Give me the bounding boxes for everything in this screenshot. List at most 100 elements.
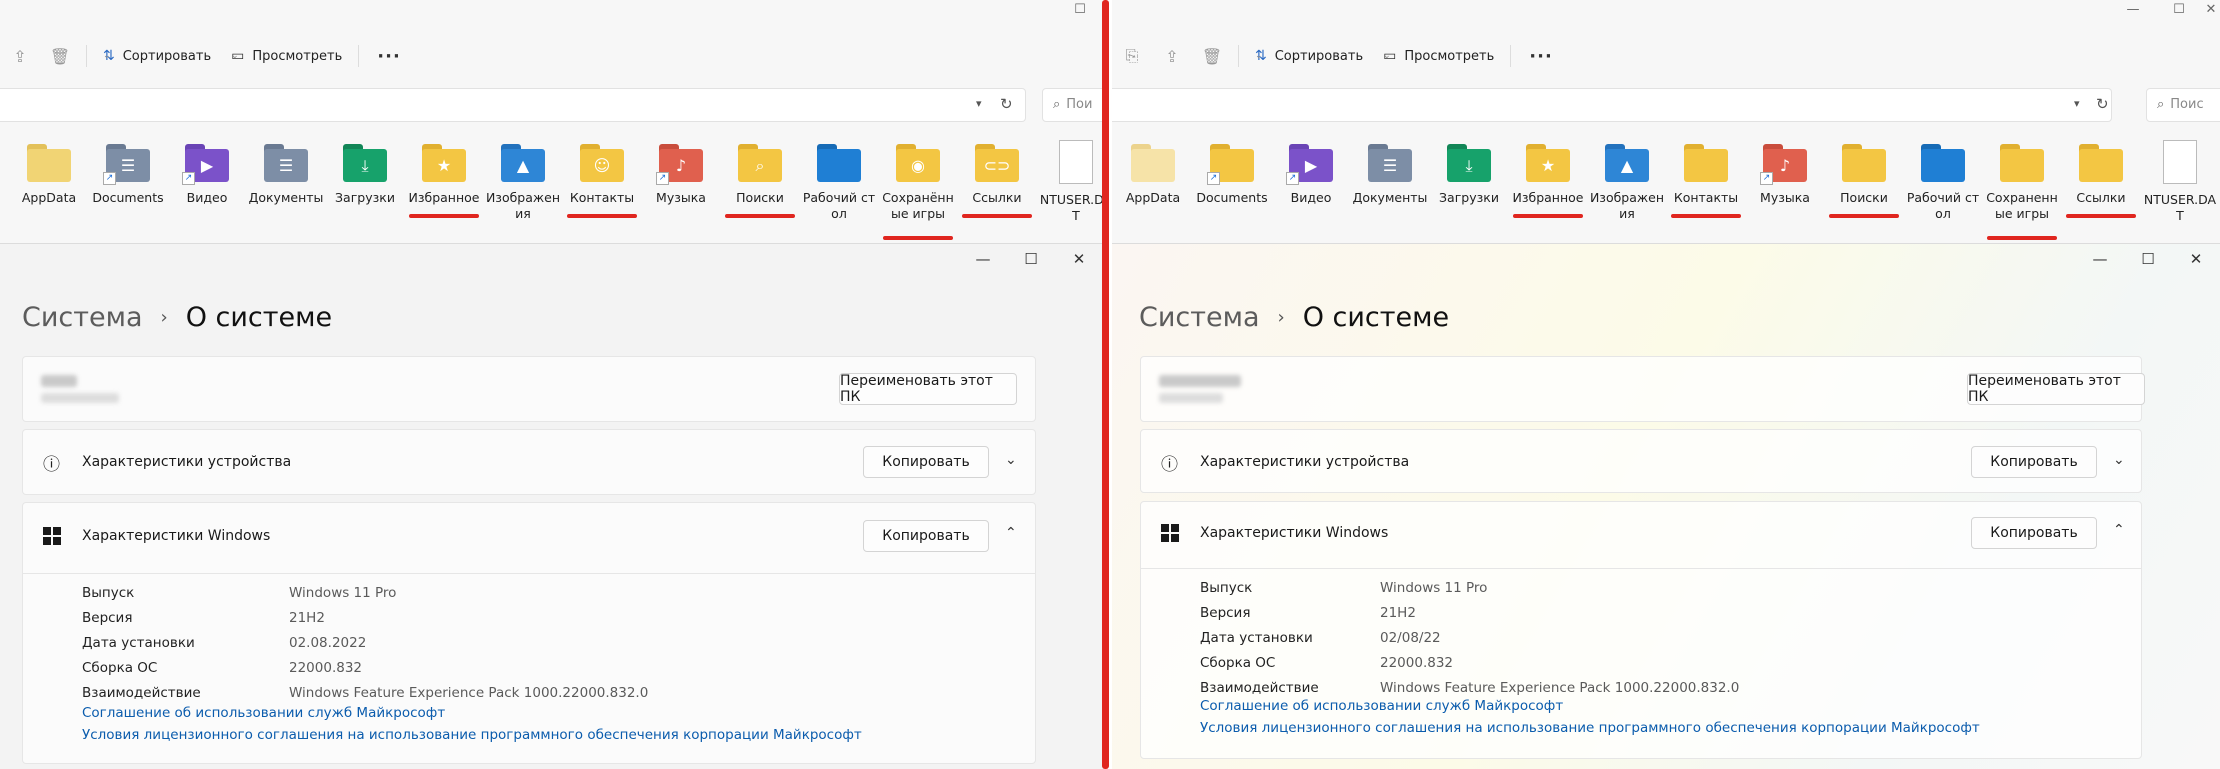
close-icon[interactable]: ✕ — [1055, 248, 1103, 268]
folder-item[interactable]: ♪ ↗ Музыка — [1746, 140, 1824, 206]
license-terms-link[interactable]: Условия лицензионного соглашения на испо… — [82, 727, 862, 743]
close-icon[interactable]: ✕ — [2172, 248, 2220, 268]
chevron-down-icon: ⌄ — [231, 51, 239, 61]
folder-item[interactable]: ☰ ↗ Documents — [89, 140, 167, 206]
pc-model-blurred — [41, 393, 119, 403]
delete-icon[interactable]: 🗑 — [1192, 41, 1232, 71]
red-annotation-underline — [1671, 214, 1741, 218]
folder-item[interactable]: AppData — [1114, 140, 1192, 206]
view-button[interactable]: ▭ Просмотреть ⌄ — [221, 41, 352, 71]
rename-pc-button[interactable]: Переименовать этот ПК — [839, 373, 1017, 405]
folder-label: Изображения — [1589, 190, 1665, 221]
breadcrumb-parent[interactable]: Система — [1139, 302, 1260, 333]
license-terms-link[interactable]: Условия лицензионного соглашения на испо… — [1200, 720, 1980, 736]
folder-item[interactable]: ☰ Документы — [1351, 140, 1429, 206]
page-title: О системе — [1302, 302, 1450, 333]
folder-item[interactable]: ↗ Documents — [1193, 140, 1271, 206]
services-agreement-link[interactable]: Соглашение об использовании служб Майкро… — [1200, 698, 1563, 714]
folder-item[interactable]: NTUSER.DAT — [1037, 140, 1103, 224]
music-folder-icon: ♪ ↗ — [656, 144, 703, 185]
copy-windows-specs-button[interactable]: Копировать — [863, 520, 989, 552]
folder-item[interactable]: ▶ ↗ Видео — [1272, 140, 1350, 206]
folder-item[interactable]: ⤓ Загрузки — [326, 140, 404, 206]
search-input[interactable]: ⌕ Поис — [2146, 88, 2220, 122]
maximize-icon[interactable]: ☐ — [2156, 2, 2202, 22]
folder-item[interactable]: Сохраненные игры — [1983, 140, 2061, 222]
sort-label: Сортировать — [1274, 48, 1364, 64]
chevron-up-icon[interactable]: ⌃ — [2113, 522, 2125, 538]
explorer-window-controls: — ☐ ✕ — [2110, 2, 2220, 22]
chevron-down-icon[interactable]: ▾ — [2074, 97, 2080, 110]
chevron-down-icon[interactable]: ▾ — [976, 97, 982, 110]
pc-name-card: Переименовать этот ПК — [1140, 356, 2145, 422]
copy-windows-specs-button[interactable]: Копировать — [1971, 517, 2097, 549]
folder-item[interactable]: ☰ Документы — [247, 140, 325, 206]
folder-item[interactable]: ⤓ Загрузки — [1430, 140, 1508, 206]
folder-item[interactable]: ♪ ↗ Музыка — [642, 140, 720, 206]
red-divider-line — [1102, 0, 1109, 769]
pc-name-blurred — [1159, 375, 1241, 387]
folder-item[interactable]: Рабочий стол — [1904, 140, 1982, 222]
folder-item[interactable]: ◉ Сохранённые игры — [879, 140, 957, 222]
maximize-icon[interactable]: ☐ — [1057, 2, 1103, 22]
folder-item[interactable]: AppData — [10, 140, 88, 206]
file-explorer-window: ☐ ⇪ 🗑 ⇅ Сортировать ⌄ ▭ Просмотреть ⌄ ··… — [0, 0, 1103, 243]
refresh-icon[interactable]: ↻ — [2096, 95, 2109, 113]
folder-item[interactable]: Поиски — [1825, 140, 1903, 206]
search-input[interactable]: ⌕ Пои — [1042, 88, 1103, 122]
folder-label: Поиски — [736, 190, 784, 205]
breadcrumb-parent[interactable]: Система — [22, 302, 143, 333]
copy-device-specs-button[interactable]: Копировать — [863, 446, 989, 478]
minimize-icon[interactable]: — — [2076, 248, 2124, 268]
spec-value: Windows Feature Experience Pack 1000.220… — [289, 685, 649, 701]
delete-icon[interactable]: 🗑 — [40, 41, 80, 71]
paste-icon[interactable]: ⎘ — [1112, 41, 1152, 71]
left-screenshot: ☐ ⇪ 🗑 ⇅ Сортировать ⌄ ▭ Просмотреть ⌄ ··… — [0, 0, 1103, 769]
folder-item[interactable]: ★ Избранное — [1509, 140, 1587, 206]
share-icon[interactable]: ⇪ — [0, 41, 40, 71]
rename-pc-button[interactable]: Переименовать этот ПК — [1967, 373, 2145, 405]
address-bar[interactable]: ▾ ↻ — [1112, 88, 2112, 122]
sort-button[interactable]: ⇅ Сортировать ⌄ — [1245, 41, 1373, 71]
close-icon[interactable]: ✕ — [2202, 2, 2220, 22]
pictures-folder-icon: ▲ — [1605, 144, 1649, 182]
folder-label: Контакты — [569, 190, 635, 205]
chevron-down-icon[interactable]: ⌄ — [2113, 452, 2125, 468]
device-specs-card[interactable]: ⓘ Характеристики устройства Копировать ⌄ — [1140, 429, 2142, 493]
folder-item[interactable]: ☺ Контакты — [563, 140, 641, 206]
spec-label: Сборка ОС — [82, 660, 158, 676]
chevron-up-icon[interactable]: ⌃ — [1005, 525, 1017, 541]
view-button[interactable]: ▭ Просмотреть ⌄ — [1373, 41, 1504, 71]
folder-item[interactable]: NTUSER.DAT — [2141, 140, 2219, 224]
maximize-icon[interactable]: ☐ — [1007, 248, 1055, 268]
device-specs-card[interactable]: ⓘ Характеристики устройства Копировать ⌄ — [22, 429, 1036, 495]
explorer-toolbar: ⇪ 🗑 ⇅ Сортировать ⌄ ▭ Просмотреть ⌄ ··· — [0, 38, 1103, 74]
shortcut-arrow-icon: ↗ — [103, 172, 116, 185]
copy-device-specs-button[interactable]: Копировать — [1971, 446, 2097, 478]
spec-value: 02/08/22 — [1380, 630, 1441, 646]
maximize-icon[interactable]: ☐ — [2124, 248, 2172, 268]
folder-item[interactable]: ⊂⊃ Ссылки — [958, 140, 1036, 206]
sort-button[interactable]: ⇅ Сортировать ⌄ — [93, 41, 221, 71]
folder-item[interactable]: ★ Избранное — [405, 140, 483, 206]
toolbar-divider — [358, 45, 360, 67]
folder-item[interactable]: ▲ Изображения — [484, 140, 562, 222]
folder-item[interactable]: Рабочий стол — [800, 140, 878, 222]
folder-item[interactable]: ▶ ↗ Видео — [168, 140, 246, 206]
services-agreement-link[interactable]: Соглашение об использовании служб Майкро… — [82, 705, 445, 721]
share-icon[interactable]: ⇪ — [1152, 41, 1192, 71]
minimize-icon[interactable]: — — [959, 248, 1007, 268]
folder-item[interactable]: ▲ Изображения — [1588, 140, 1666, 222]
chevron-down-icon[interactable]: ⌄ — [1005, 452, 1017, 468]
refresh-icon[interactable]: ↻ — [1000, 95, 1013, 113]
folder-item[interactable]: Ссылки — [2062, 140, 2140, 206]
address-row: ▾ ↻ ⌕ Поис — [1112, 88, 2220, 124]
folder-item[interactable]: Контакты — [1667, 140, 1745, 206]
more-options-button[interactable]: ··· — [365, 46, 413, 67]
address-bar[interactable]: ▾ ↻ — [0, 88, 1026, 122]
folder-item[interactable]: ⌕ Поиски — [721, 140, 799, 206]
more-options-button[interactable]: ··· — [1517, 46, 1565, 67]
info-icon: ⓘ — [43, 455, 60, 475]
video-folder-icon: ▶ ↗ — [182, 144, 229, 185]
minimize-icon[interactable]: — — [2110, 2, 2156, 22]
